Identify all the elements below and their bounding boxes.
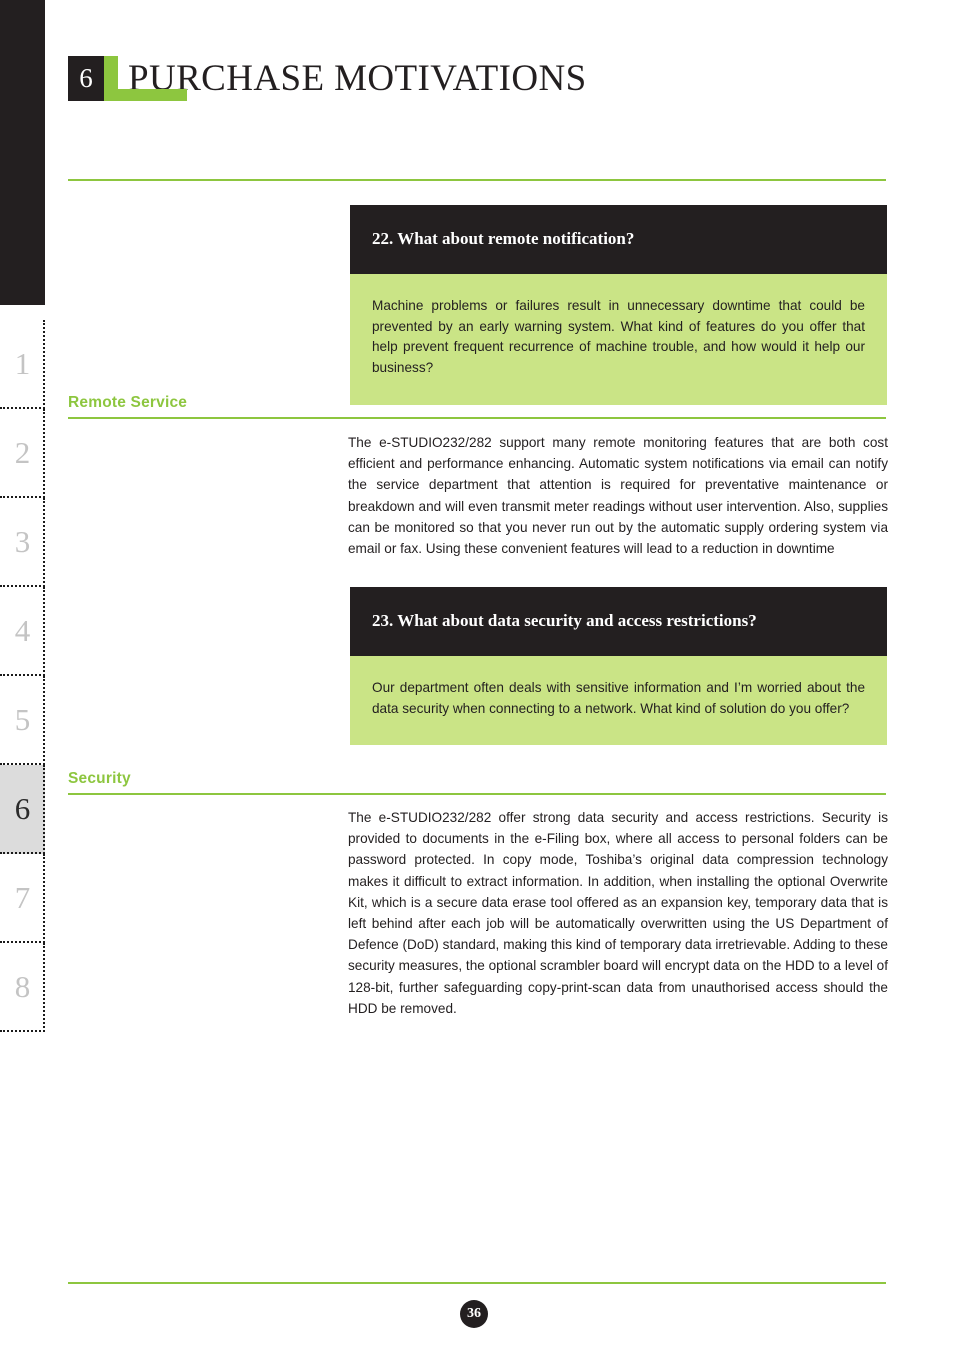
- section-label: Remote Service: [68, 394, 188, 411]
- sidebar-tab-8[interactable]: 8: [0, 943, 45, 1032]
- sidebar-tab-4[interactable]: 4: [0, 587, 45, 676]
- bottom-rule: [68, 1282, 886, 1284]
- sidebar-tab-label: 2: [14, 435, 31, 470]
- chapter-number-badge: 6: [68, 56, 104, 101]
- sidebar-tab-label: 7: [14, 880, 31, 915]
- left-dark-band: [0, 0, 45, 305]
- sidebar-tab-label: 4: [14, 613, 31, 648]
- answer-security: The e-STUDIO232/282 offer strong data se…: [348, 810, 888, 1016]
- question-body: Our department often deals with sensitiv…: [350, 656, 887, 746]
- sidebar-tab-1[interactable]: 1: [0, 320, 45, 409]
- question-heading: 22. What about remote notification?: [350, 205, 887, 274]
- top-rule: [68, 179, 886, 181]
- question-box-23: 23. What about data security and access …: [350, 587, 887, 746]
- question-box-22: 22. What about remote notification? Mach…: [350, 205, 887, 405]
- page-title: PURCHASE MOTIVATIONS: [128, 58, 587, 99]
- sidebar-tab-2[interactable]: 2: [0, 409, 45, 498]
- sidebar-tab-label: 6: [14, 791, 31, 826]
- chapter-tab-rail: 1 2 3 4 5 6 7 8: [0, 320, 45, 1032]
- section-rule: [68, 417, 886, 419]
- sidebar-tab-3[interactable]: 3: [0, 498, 45, 587]
- sidebar-tab-label: 3: [14, 524, 31, 559]
- sidebar-tab-label: 8: [14, 969, 31, 1004]
- page-number-badge: 36: [460, 1300, 488, 1328]
- document-page: 1 2 3 4 5 6 7 8 6 PURCHASE MOTIVATIONS 2…: [0, 0, 954, 1350]
- question-body: Machine problems or failures result in u…: [350, 274, 887, 405]
- section-security: Security: [68, 770, 886, 795]
- green-accent-foot: [104, 89, 187, 101]
- sidebar-tab-5[interactable]: 5: [0, 676, 45, 765]
- section-label: Security: [68, 770, 131, 787]
- sidebar-tab-label: 5: [14, 702, 31, 737]
- section-rule: [68, 793, 886, 795]
- answer-remote-service: The e-STUDIO232/282 support many remote …: [348, 435, 888, 557]
- sidebar-tab-7[interactable]: 7: [0, 854, 45, 943]
- sidebar-tab-label: 1: [14, 346, 31, 381]
- sidebar-tab-6[interactable]: 6: [0, 765, 45, 854]
- question-heading: 23. What about data security and access …: [350, 587, 887, 656]
- section-remote-service: Remote Service: [68, 394, 886, 419]
